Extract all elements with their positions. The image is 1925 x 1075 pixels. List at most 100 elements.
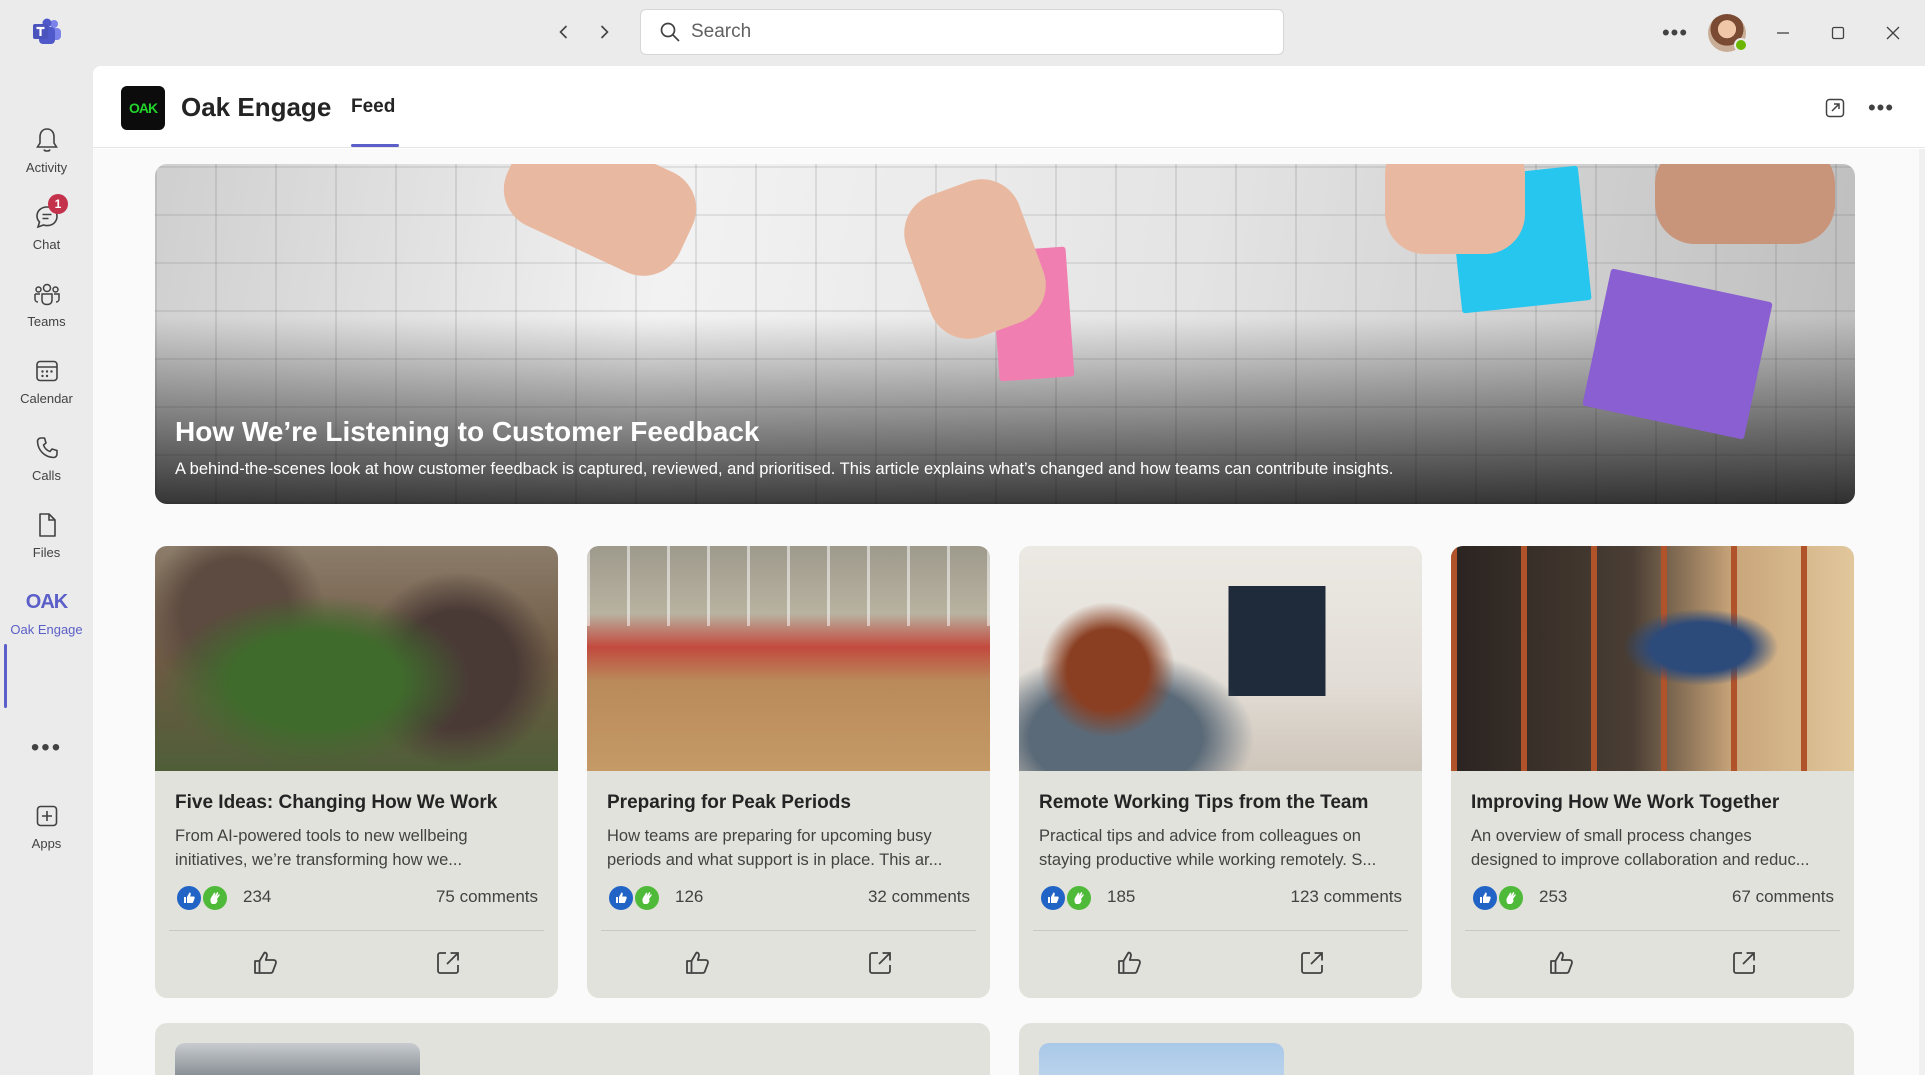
like-button[interactable]: [1545, 946, 1579, 980]
article-title: Improving How We Work Together: [1471, 792, 1780, 813]
like-button[interactable]: [1113, 946, 1147, 980]
rail-item-calendar[interactable]: Calendar: [0, 347, 93, 421]
comment-count[interactable]: 32 comments: [868, 887, 970, 907]
rail-label: Calls: [32, 468, 61, 483]
article-card[interactable]: Preparing for Peak Periods How teams are…: [587, 546, 990, 998]
search-icon: [660, 22, 680, 42]
share-button[interactable]: [863, 946, 897, 980]
reaction-icons: [607, 884, 661, 912]
comment-count[interactable]: 75 comments: [436, 887, 538, 907]
rail-item-teams[interactable]: Teams: [0, 270, 93, 344]
article-image: [1019, 546, 1422, 771]
clap-reaction-icon: [633, 884, 661, 912]
more-icon: •••: [30, 734, 63, 761]
divider: [1033, 930, 1408, 931]
teams-logo-icon[interactable]: [32, 18, 62, 46]
article-excerpt: Practical tips and advice from colleague…: [1039, 824, 1409, 872]
minimize-button[interactable]: [1766, 16, 1800, 50]
article-image: [175, 1043, 420, 1075]
excerpt-line: staying productive while working remotel…: [1039, 851, 1377, 869]
minimize-icon: [1777, 32, 1789, 34]
app-icon-text: OAK: [128, 100, 158, 116]
like-button[interactable]: [249, 946, 283, 980]
article-card[interactable]: Remote Working Tips from the Team Practi…: [1019, 546, 1422, 998]
tab-feed[interactable]: Feed: [351, 96, 395, 118]
forward-arrow-icon: [600, 25, 609, 39]
popout-button[interactable]: [1821, 94, 1849, 122]
app-title: Oak Engage: [181, 92, 332, 122]
share-icon: [437, 952, 459, 974]
forward-button[interactable]: [590, 18, 618, 46]
phone-icon: [36, 437, 58, 459]
clap-icon: [642, 892, 652, 904]
reaction-count: 126: [675, 887, 704, 906]
share-button[interactable]: [1727, 946, 1761, 980]
comment-count[interactable]: 67 comments: [1732, 887, 1834, 907]
article-card[interactable]: Five Ideas: Changing How We Work From AI…: [155, 546, 558, 998]
rail-item-activity[interactable]: Activity: [0, 116, 93, 190]
clap-reaction-icon: [1065, 884, 1093, 912]
article-excerpt: How teams are preparing for upcoming bus…: [607, 824, 977, 872]
article-title: Remote Working Tips from the Team: [1039, 792, 1369, 813]
active-indicator: [4, 644, 7, 708]
clap-icon: [210, 892, 220, 904]
hero-description: A behind-the-scenes look at how customer…: [175, 460, 1394, 478]
hero-article[interactable]: How We’re Listening to Customer Feedback…: [155, 164, 1855, 504]
app-rail: Activity Chat 1 Teams Calendar Calls Fil…: [0, 66, 93, 1075]
reaction-icons: [1471, 884, 1525, 912]
more-icon: •••: [1661, 20, 1689, 45]
thumbs-up-icon: [1048, 892, 1059, 903]
article-card[interactable]: [1019, 1023, 1854, 1075]
maximize-button[interactable]: [1821, 16, 1855, 50]
article-card[interactable]: [155, 1023, 990, 1075]
more-options-button[interactable]: •••: [1660, 18, 1690, 48]
article-title: Preparing for Peak Periods: [607, 792, 851, 813]
app-more-button[interactable]: •••: [1867, 94, 1895, 122]
file-icon: [38, 513, 56, 537]
more-apps-button[interactable]: •••: [0, 734, 93, 762]
thumbs-up-icon: [686, 951, 709, 974]
rail-label: Activity: [25, 160, 68, 175]
like-button[interactable]: [681, 946, 715, 980]
article-image: [587, 546, 990, 771]
like-reaction-icon: [175, 884, 203, 912]
thumbs-up-icon: [616, 892, 627, 903]
divider: [169, 930, 544, 931]
comment-count[interactable]: 123 comments: [1291, 887, 1403, 907]
excerpt-line: Practical tips and advice from colleague…: [1039, 827, 1361, 845]
excerpt-line: periods and what support is in place. Th…: [607, 851, 943, 869]
search-box[interactable]: [640, 9, 1284, 55]
reaction-icons: [175, 884, 229, 912]
share-button[interactable]: [431, 946, 465, 980]
close-icon: [1886, 26, 1900, 40]
hero-title: How We’re Listening to Customer Feedback: [175, 416, 760, 447]
oak-app-icon: OAK: [121, 86, 165, 130]
divider: [1465, 930, 1840, 931]
tab-selected-indicator: [351, 144, 399, 147]
article-excerpt: From AI-powered tools to new wellbeing in…: [175, 824, 545, 872]
article-card[interactable]: Improving How We Work Together An overvi…: [1451, 546, 1854, 998]
back-button[interactable]: [550, 18, 578, 46]
like-reaction-icon: [1039, 884, 1067, 912]
rail-label: Oak Engage: [10, 622, 83, 637]
rail-item-oak-engage[interactable]: OAK Oak Engage: [0, 578, 93, 652]
calendar-icon: [35, 360, 58, 382]
like-reaction-icon: [1471, 884, 1499, 912]
rail-item-files[interactable]: Files: [0, 501, 93, 575]
share-icon: [1301, 952, 1323, 974]
rail-label: Files: [32, 545, 61, 560]
hand-illustration: [1385, 164, 1525, 254]
teams-icon: [33, 283, 60, 306]
thumbs-up-icon: [1480, 892, 1491, 903]
close-button[interactable]: [1876, 16, 1910, 50]
rail-item-calls[interactable]: Calls: [0, 424, 93, 498]
share-button[interactable]: [1295, 946, 1329, 980]
rail-item-chat[interactable]: Chat: [0, 193, 93, 267]
rail-item-apps[interactable]: Apps: [0, 792, 93, 866]
clap-reaction-icon: [1497, 884, 1525, 912]
article-title: Five Ideas: Changing How We Work: [175, 792, 498, 813]
divider: [601, 930, 976, 931]
search-input[interactable]: [691, 21, 1251, 43]
scrollbar[interactable]: [1919, 149, 1925, 1075]
apps-icon: [36, 805, 57, 827]
